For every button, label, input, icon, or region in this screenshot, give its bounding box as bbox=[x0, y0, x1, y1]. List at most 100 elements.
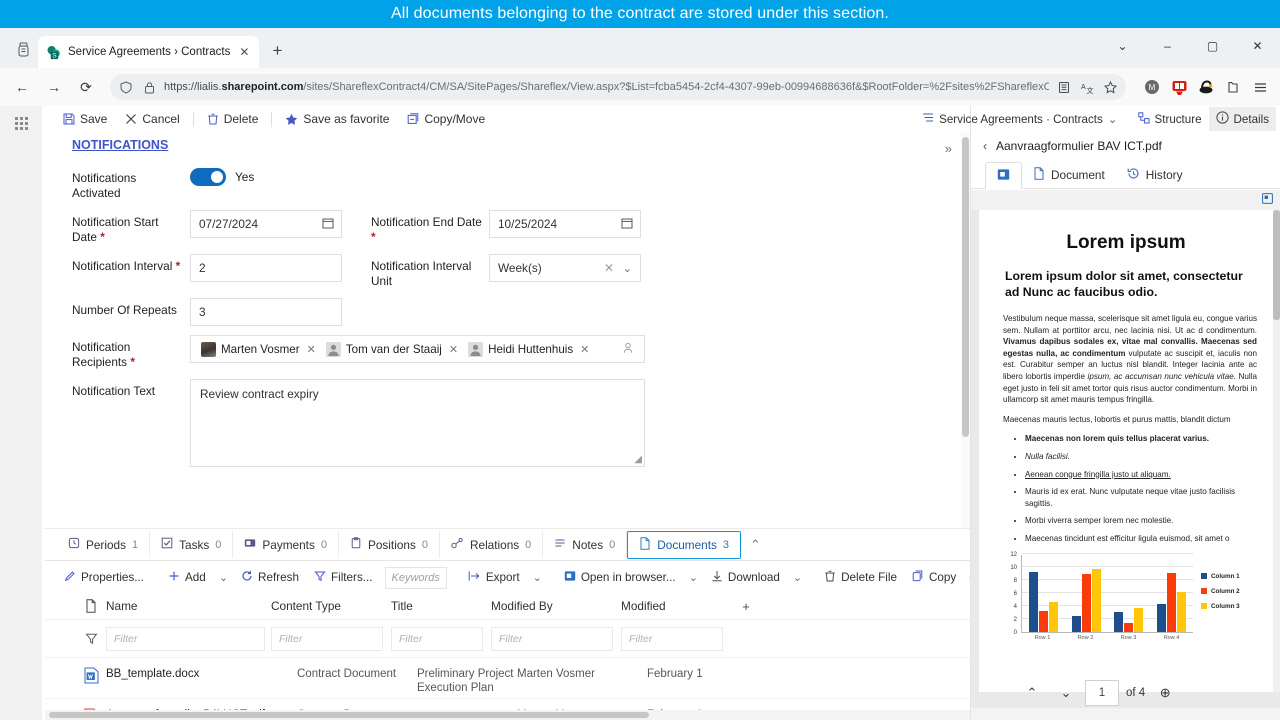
reading-list-icon[interactable] bbox=[1056, 79, 1072, 95]
filter-input-content-type[interactable]: Filter bbox=[271, 626, 383, 651]
favorite-star-icon[interactable] bbox=[1102, 79, 1118, 95]
tab-documents[interactable]: Documents 3 bbox=[627, 530, 742, 559]
people-picker-icon[interactable] bbox=[623, 342, 635, 357]
next-page-button[interactable]: ⌄ bbox=[1051, 680, 1081, 706]
open-in-browser-button[interactable]: Open in browser... bbox=[557, 567, 683, 588]
recipient-pill[interactable]: Tom van der Staaij ✕ bbox=[322, 341, 462, 358]
scrollbar-thumb[interactable] bbox=[1273, 210, 1280, 320]
window-close-button[interactable]: ✕ bbox=[1235, 28, 1280, 64]
add-chevron-down-icon[interactable]: ⌄ bbox=[214, 568, 233, 587]
column-header-title[interactable]: Title bbox=[391, 599, 491, 613]
prev-page-button[interactable]: ⌃ bbox=[1017, 680, 1047, 706]
refresh-button[interactable]: Refresh bbox=[234, 567, 306, 588]
panel-tab-history[interactable]: History bbox=[1116, 161, 1194, 188]
save-as-favorite-button[interactable]: Save as favorite bbox=[277, 109, 397, 129]
copy-move-button[interactable]: Copy/Move bbox=[399, 109, 493, 129]
notifications-activated-toggle[interactable] bbox=[190, 168, 226, 186]
preview-scrollbar[interactable] bbox=[1273, 210, 1280, 692]
panel-tab-document[interactable]: Document bbox=[1022, 161, 1116, 188]
app-launcher-icon[interactable] bbox=[0, 106, 42, 140]
chevron-down-icon[interactable]: ⌄ bbox=[623, 262, 632, 275]
remove-recipient-icon[interactable]: ✕ bbox=[307, 343, 316, 356]
notification-text-area[interactable]: Review contract expiry ◢ bbox=[190, 379, 645, 467]
browser-tab[interactable]: S Service Agreements › Contracts ✕ bbox=[38, 36, 260, 68]
keywords-input[interactable]: Keywords bbox=[384, 566, 447, 589]
scrollbar-thumb[interactable] bbox=[962, 137, 969, 437]
collapse-tabs-icon[interactable]: ⌃ bbox=[750, 537, 761, 553]
calendar-icon[interactable] bbox=[322, 217, 334, 232]
column-header-content-type[interactable]: Content Type bbox=[271, 599, 391, 613]
delete-button[interactable]: Delete bbox=[199, 109, 267, 129]
address-bar[interactable]: https://lialis.sharepoint.com/sites/Shar… bbox=[110, 74, 1126, 100]
zoom-in-icon[interactable]: ⊕ bbox=[1152, 680, 1178, 706]
filter-input-title[interactable]: Filter bbox=[391, 626, 483, 651]
tab-list-chevron-icon[interactable]: ⌄ bbox=[1100, 28, 1145, 64]
download-chevron-down-icon[interactable]: ⌄ bbox=[788, 568, 807, 587]
translate-icon[interactable]: A文 bbox=[1079, 79, 1095, 95]
extension-icon[interactable] bbox=[1194, 75, 1218, 99]
filters-button[interactable]: Filters... bbox=[307, 567, 380, 588]
end-date-input[interactable]: 10/25/2024 bbox=[489, 210, 641, 238]
export-button[interactable]: Export bbox=[461, 567, 527, 588]
tab-payments[interactable]: Payments 0 bbox=[233, 531, 339, 558]
collections-icon[interactable] bbox=[1221, 75, 1245, 99]
collapse-section-icon[interactable]: » bbox=[945, 141, 952, 156]
add-column-button[interactable]: + bbox=[731, 599, 761, 614]
tab-relations[interactable]: Relations 0 bbox=[440, 531, 544, 558]
tab-periods[interactable]: Periods 1 bbox=[57, 531, 151, 558]
remove-recipient-icon[interactable]: ✕ bbox=[449, 343, 458, 356]
reload-icon[interactable]: ⟳ bbox=[72, 73, 100, 101]
column-header-modified-by[interactable]: Modified By bbox=[491, 599, 621, 613]
clear-icon[interactable]: ✕ bbox=[604, 261, 614, 275]
panel-tab-preview[interactable] bbox=[985, 162, 1022, 189]
filter-input-modified[interactable]: Filter bbox=[621, 626, 723, 651]
delete-file-button[interactable]: Delete File bbox=[817, 567, 904, 588]
back-icon[interactable]: ‹ bbox=[983, 139, 987, 153]
forward-icon[interactable]: → bbox=[40, 73, 68, 101]
interval-unit-select[interactable]: Week(s) ✕ ⌄ bbox=[489, 254, 641, 282]
window-maximize-button[interactable]: ▢ bbox=[1190, 28, 1235, 64]
copy-button[interactable]: Copy bbox=[905, 567, 963, 588]
filter-input-modified-by[interactable]: Filter bbox=[491, 626, 613, 651]
profile-avatar-icon[interactable]: M bbox=[1140, 75, 1164, 99]
filter-input-name[interactable]: Filter bbox=[106, 626, 265, 651]
interval-input[interactable]: 2 bbox=[190, 254, 342, 282]
add-button[interactable]: Add bbox=[161, 567, 213, 588]
repeats-input[interactable]: 3 bbox=[190, 298, 342, 326]
recipient-pill[interactable]: Marten Vosmer ✕ bbox=[197, 341, 320, 358]
calendar-icon[interactable] bbox=[621, 217, 633, 232]
open-chevron-down-icon[interactable]: ⌄ bbox=[684, 568, 703, 587]
row-name[interactable]: BB_template.docx bbox=[106, 667, 271, 681]
filter-icon[interactable] bbox=[76, 632, 106, 645]
tab-close-icon[interactable]: ✕ bbox=[237, 45, 251, 59]
export-chevron-down-icon[interactable]: ⌄ bbox=[528, 568, 547, 587]
breadcrumb-selector[interactable]: Service Agreements · Contracts ⌄ bbox=[915, 108, 1124, 130]
page-number-input[interactable]: 1 bbox=[1085, 680, 1119, 706]
save-button[interactable]: Save bbox=[55, 109, 115, 129]
lastpass-extension-icon[interactable] bbox=[1167, 75, 1191, 99]
recipients-picker[interactable]: Marten Vosmer ✕ Tom van der Staaij ✕ Hei… bbox=[190, 335, 645, 363]
chevron-down-icon[interactable]: ⌄ bbox=[1108, 112, 1118, 126]
back-icon[interactable]: ← bbox=[8, 73, 36, 101]
column-header-name[interactable]: Name bbox=[106, 599, 271, 613]
expand-preview-icon[interactable] bbox=[1262, 193, 1273, 207]
recipient-pill[interactable]: Heidi Huttenhuis ✕ bbox=[464, 341, 593, 358]
tab-positions[interactable]: Positions 0 bbox=[339, 531, 440, 558]
tab-notes[interactable]: Notes 0 bbox=[543, 531, 628, 558]
structure-button[interactable]: Structure bbox=[1131, 108, 1209, 131]
cancel-button[interactable]: Cancel bbox=[117, 109, 187, 129]
remove-recipient-icon[interactable]: ✕ bbox=[580, 343, 589, 356]
download-button[interactable]: Download bbox=[704, 567, 787, 588]
details-button[interactable]: Details bbox=[1208, 107, 1276, 131]
resize-grip-icon[interactable]: ◢ bbox=[634, 454, 642, 465]
new-tab-button[interactable]: + bbox=[263, 37, 291, 65]
tab-tasks[interactable]: Tasks 0 bbox=[150, 531, 234, 558]
properties-button[interactable]: Properties... bbox=[57, 567, 151, 588]
main-horizontal-scrollbar[interactable] bbox=[45, 710, 970, 720]
scrollbar-thumb[interactable] bbox=[49, 712, 649, 718]
table-row[interactable]: BB_template.docx Contract Document Preli… bbox=[45, 658, 970, 699]
window-minimize-button[interactable]: – bbox=[1145, 28, 1190, 64]
column-header-modified[interactable]: Modified bbox=[621, 599, 731, 613]
tab-search-icon[interactable] bbox=[8, 34, 38, 64]
start-date-input[interactable]: 07/27/2024 bbox=[190, 210, 342, 238]
